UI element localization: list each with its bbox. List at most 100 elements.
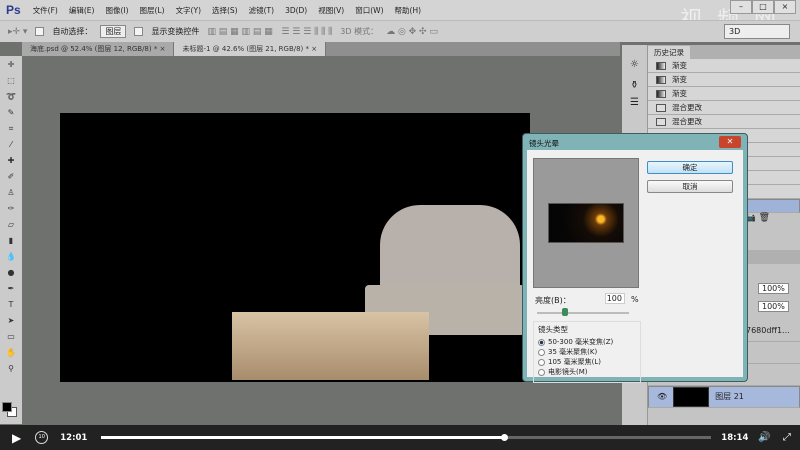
3d-mode-icons[interactable]: ☁ ◎ ✥ ✣ ▭	[386, 27, 438, 37]
fullscreen-icon[interactable]: ⤢	[783, 432, 791, 443]
eyedropper-icon[interactable]: ⁄	[10, 140, 11, 152]
history-item-label: 渐变	[672, 61, 687, 70]
brightness-input[interactable]: 100	[605, 293, 625, 304]
show-transform-checkbox[interactable]	[134, 27, 144, 36]
history-item[interactable]: 渐变	[648, 73, 800, 87]
tab-document-2[interactable]: 未标题-1 @ 42.6% (图层 21, RGB/8) * ×	[174, 42, 327, 56]
tab-document-1[interactable]: 海底.psd @ 52.4% (图层 12, RGB/8) * ×	[22, 42, 175, 56]
menu-type[interactable]: 文字(Y)	[176, 5, 201, 16]
properties-icon[interactable]: ☰	[622, 97, 647, 108]
opacity-field[interactable]: 100%	[758, 283, 789, 294]
lens-radio-35[interactable]: 35 毫米聚焦(K)	[538, 347, 636, 357]
volume-icon[interactable]: 🔊	[758, 432, 770, 443]
brush-icon[interactable]: ✐	[8, 172, 15, 184]
play-icon[interactable]: ▶	[12, 431, 21, 445]
tab-close-icon[interactable]: ×	[160, 45, 166, 53]
menu-select[interactable]: 选择(S)	[212, 5, 238, 16]
3d-mode-label: 3D 模式：	[340, 27, 379, 36]
history-item[interactable]: 混合更改	[648, 115, 800, 129]
brightness-unit: %	[631, 295, 639, 304]
brush-preset-icon[interactable]: ⚱	[622, 80, 647, 91]
document-tabs: 海底.psd @ 52.4% (图层 12, RGB/8) * × 未标题-1 …	[22, 42, 620, 56]
auto-select-checkbox[interactable]	[35, 27, 45, 36]
brightness-slider-thumb[interactable]	[561, 308, 568, 316]
menu-view[interactable]: 视图(V)	[318, 5, 344, 16]
blur-icon[interactable]: 💧	[6, 252, 16, 264]
lasso-tool-icon[interactable]: ➰	[6, 92, 16, 104]
gradient-icon	[656, 89, 666, 98]
stamp-icon[interactable]: ♙	[7, 188, 14, 200]
move-tool-icon[interactable]: ▸✛ ▾	[8, 27, 27, 37]
brightness-slider[interactable]	[537, 312, 629, 314]
current-time: 12:01	[60, 432, 88, 443]
auto-select-dropdown[interactable]: 图层	[100, 25, 127, 38]
progress-bar[interactable]	[101, 434, 712, 441]
menu-edit[interactable]: 编辑(E)	[69, 5, 95, 16]
radio-label: 50-300 毫米变焦(Z)	[548, 338, 614, 346]
lens-radio-movie[interactable]: 电影镜头(M)	[538, 367, 636, 377]
brightness-label: 亮度(B)：	[535, 296, 571, 305]
history-panel-title[interactable]: 历史记录	[648, 45, 690, 59]
gradient-icon[interactable]: ▮	[9, 236, 13, 248]
rewind-10-icon[interactable]: 10	[35, 431, 49, 444]
menu-window[interactable]: 窗口(W)	[355, 5, 383, 16]
history-brush-icon[interactable]: ✑	[8, 204, 15, 216]
lens-type-group: 镜头类型 50-300 毫米变焦(Z) 35 毫米聚焦(K) 105 毫米聚焦(…	[533, 321, 641, 383]
menu-image[interactable]: 图像(I)	[105, 5, 128, 16]
layer-row-selected[interactable]: 👁 图层 21	[648, 386, 800, 408]
menu-layer[interactable]: 图层(L)	[140, 5, 165, 16]
maximize-button[interactable]: □	[752, 0, 774, 14]
window-controls: – □ ×	[730, 0, 796, 14]
menu-file[interactable]: 文件(F)	[33, 5, 58, 16]
move-tool-icon[interactable]: ✛	[8, 60, 15, 72]
crop-tool-icon[interactable]: ⌗	[9, 124, 14, 136]
history-item[interactable]: 渐变	[648, 87, 800, 101]
menu-help[interactable]: 帮助(H)	[395, 5, 422, 16]
close-button[interactable]: ×	[774, 0, 796, 14]
color-swatches[interactable]	[2, 402, 18, 418]
dialog-close-button[interactable]: ✕	[719, 136, 741, 148]
history-item[interactable]: 混合更改	[648, 101, 800, 115]
menu-filter[interactable]: 滤镜(T)	[249, 5, 274, 16]
dodge-icon[interactable]: ●	[8, 268, 15, 280]
preview-image[interactable]	[548, 203, 624, 243]
blend-icon	[656, 117, 666, 126]
marquee-tool-icon[interactable]: ⬚	[7, 76, 15, 88]
history-item[interactable]: 渐变	[648, 59, 800, 73]
workspace-dropdown[interactable]: 3D	[724, 24, 790, 39]
lens-radio-50-300[interactable]: 50-300 毫米变焦(Z)	[538, 337, 636, 347]
photoshop-logo: Ps	[6, 3, 21, 17]
ok-button[interactable]: 确定	[647, 161, 733, 174]
healing-icon[interactable]: ✚	[8, 156, 15, 168]
pen-icon[interactable]: ✒	[8, 284, 15, 296]
flare-preview[interactable]	[533, 158, 639, 288]
type-icon[interactable]: T	[9, 300, 14, 312]
menu-3d[interactable]: 3D(D)	[285, 6, 307, 15]
fill-field[interactable]: 100%	[758, 301, 789, 312]
progress-knob[interactable]	[500, 434, 508, 441]
visibility-eye-icon[interactable]: 👁	[657, 391, 667, 403]
cancel-button[interactable]: 取消	[647, 180, 733, 193]
path-select-icon[interactable]: ➤	[8, 316, 15, 328]
options-bar: ▸✛ ▾ 自动选择： 图层 显示变换控件 ▥ ▤ ▦ ▥ ▤ ▦ ☰ ☰ ☰ ⫼…	[0, 20, 800, 42]
tab-close-icon[interactable]: ×	[311, 45, 317, 53]
align-icons[interactable]: ▥ ▤ ▦ ▥ ▤ ▦ ☰ ☰ ☰ ⫼ ⫼ ⫼	[207, 27, 332, 37]
history-item-label: 渐变	[672, 89, 687, 98]
zoom-icon[interactable]: ⚲	[8, 364, 14, 376]
gradient-icon	[656, 75, 666, 84]
tab-label: 未标题-1 @ 42.6% (图层 21, RGB/8) *	[182, 45, 310, 53]
coffee-table-image	[232, 312, 429, 380]
hand-icon[interactable]: ✋	[6, 348, 16, 360]
radio-label: 105 毫米聚焦(L)	[548, 358, 601, 366]
adjust-icon[interactable]: ☼	[622, 59, 647, 70]
lens-radio-105[interactable]: 105 毫米聚焦(L)	[538, 357, 636, 367]
blend-icon	[656, 103, 666, 112]
eraser-icon[interactable]: ▱	[8, 220, 14, 232]
quick-select-icon[interactable]: ✎	[8, 108, 15, 120]
minimize-button[interactable]: –	[730, 0, 752, 14]
shape-icon[interactable]: ▭	[7, 332, 15, 344]
lens-flare-dialog: 镜头光晕 ✕ 确定 取消 亮度(B)： 100 % 镜头类型 50-300 毫米…	[522, 133, 748, 383]
progress-fill	[101, 436, 504, 439]
show-transform-label: 显示变换控件	[151, 27, 200, 36]
total-time: 18:14	[721, 432, 749, 443]
